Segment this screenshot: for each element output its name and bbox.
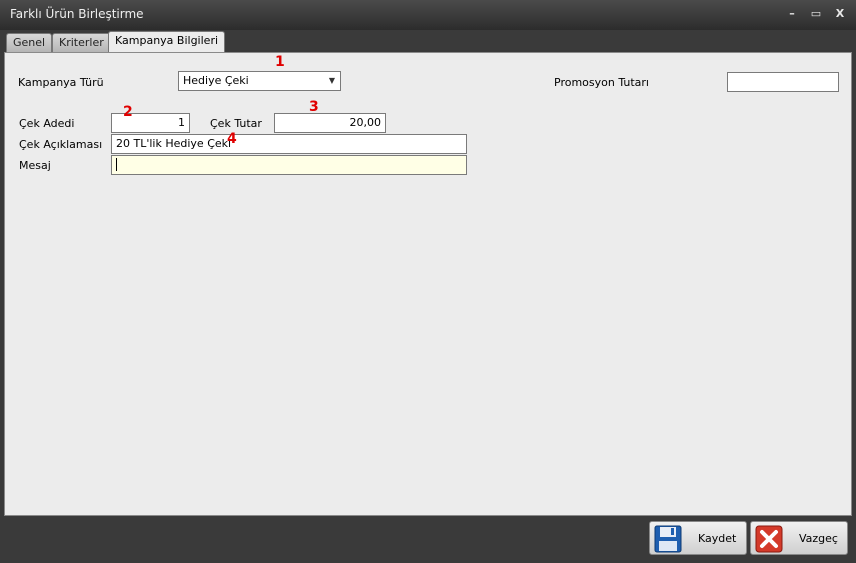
cek-aciklamasi-field[interactable]: 20 TL'lik Hediye Çeki bbox=[111, 134, 467, 154]
form-panel: Kampanya Türü Hediye Çeki ▼ 1 Promosyon … bbox=[4, 52, 852, 516]
maximize-button[interactable]: ▭ bbox=[808, 6, 824, 22]
cek-tutar-label: Çek Tutar bbox=[210, 117, 262, 130]
tab-genel[interactable]: Genel bbox=[6, 33, 53, 52]
cek-adedi-label: Çek Adedi bbox=[19, 117, 75, 130]
mesaj-label: Mesaj bbox=[19, 159, 51, 172]
chevron-down-icon[interactable]: ▼ bbox=[329, 72, 335, 89]
cancel-button-label: Vazgeç bbox=[799, 532, 838, 545]
marker-4: 4 bbox=[227, 131, 237, 147]
floppy-disk-icon bbox=[654, 525, 682, 553]
tab-kriterler[interactable]: Kriterler bbox=[52, 33, 111, 52]
marker-2: 2 bbox=[123, 104, 133, 120]
footer: Kaydet Vazgeç bbox=[4, 516, 852, 560]
minimize-button[interactable]: – bbox=[784, 6, 800, 22]
save-button-label: Kaydet bbox=[698, 532, 737, 545]
title-bar: Farklı Ürün Birleştirme – ▭ X bbox=[0, 0, 856, 30]
window: Farklı Ürün Birleştirme – ▭ X Genel Krit… bbox=[0, 0, 856, 563]
cek-aciklamasi-label: Çek Açıklaması bbox=[19, 138, 103, 151]
cancel-button[interactable]: Vazgeç bbox=[750, 521, 848, 555]
text-cursor bbox=[116, 158, 117, 171]
tab-kampanya-bilgileri[interactable]: Kampanya Bilgileri bbox=[108, 31, 226, 53]
cek-tutar-field[interactable]: 20,00 bbox=[274, 113, 386, 133]
save-button[interactable]: Kaydet bbox=[649, 521, 747, 555]
promosyon-tutari-label: Promosyon Tutarı bbox=[554, 76, 649, 89]
promosyon-tutari-field[interactable] bbox=[727, 72, 839, 92]
mesaj-field[interactable] bbox=[111, 155, 467, 175]
window-title: Farklı Ürün Birleştirme bbox=[10, 7, 144, 21]
cancel-x-icon bbox=[755, 525, 783, 553]
marker-1: 1 bbox=[275, 54, 285, 70]
kampanya-turu-label: Kampanya Türü bbox=[18, 76, 104, 89]
close-button[interactable]: X bbox=[832, 6, 848, 22]
kampanya-turu-value: Hediye Çeki bbox=[183, 74, 249, 87]
marker-3: 3 bbox=[309, 99, 319, 115]
tab-strip: Genel Kriterler Kampanya Bilgileri bbox=[4, 30, 852, 53]
kampanya-turu-select[interactable]: Hediye Çeki ▼ bbox=[178, 71, 341, 91]
